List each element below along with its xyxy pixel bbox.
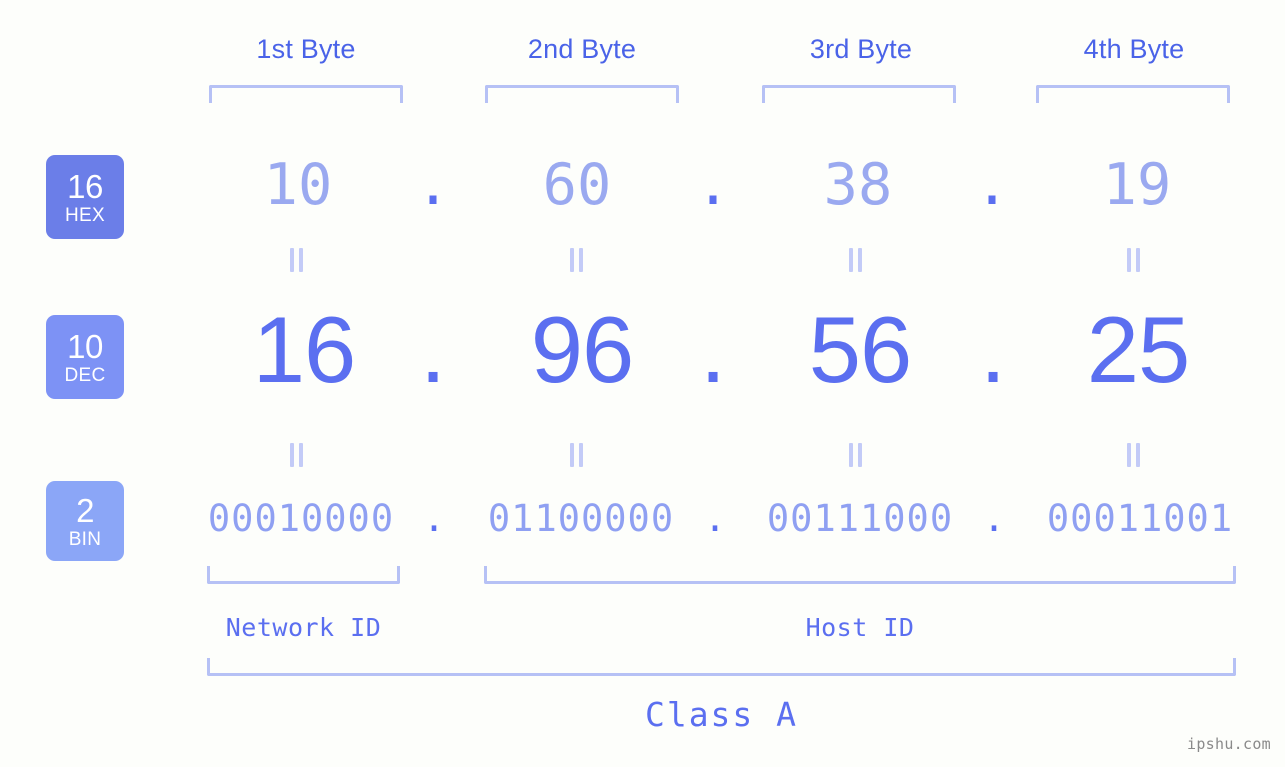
equals-bar xyxy=(858,248,862,272)
hex-separator-3: . xyxy=(974,152,1010,218)
dec-byte-value-3: 56 xyxy=(808,297,913,402)
byte-header-label-3: 3rd Byte xyxy=(809,34,913,64)
equals-bar xyxy=(579,443,583,467)
bin-separator-1: . xyxy=(422,497,446,540)
hex-byte-value-3: 38 xyxy=(823,152,893,218)
equals-bar xyxy=(570,248,574,272)
bin-byte-value-2: 01100000 xyxy=(487,497,675,540)
equals-mark-dec-bin-3 xyxy=(849,443,862,467)
hex-separator-1: . xyxy=(415,152,451,218)
byte-bracket-4 xyxy=(1036,85,1230,103)
hex-byte-value-1: 10 xyxy=(263,152,333,218)
base-badge-hex-number: 16 xyxy=(67,167,103,205)
ip-address-breakdown-diagram: 1st Byte 2nd Byte 3rd Byte 4th Byte 16 H… xyxy=(0,0,1285,767)
equals-bar xyxy=(290,248,294,272)
equals-bar xyxy=(570,443,574,467)
base-badge-hex: 16 HEX xyxy=(46,155,124,239)
dec-separator-1: . xyxy=(419,297,447,402)
equals-bar xyxy=(299,248,303,272)
dec-separator-2: . xyxy=(699,297,727,402)
base-badge-bin-number: 2 xyxy=(76,491,94,529)
equals-mark-hex-dec-1 xyxy=(290,248,303,272)
class-label: Class A xyxy=(644,695,799,734)
equals-bar xyxy=(849,248,853,272)
equals-bar xyxy=(858,443,862,467)
equals-bar xyxy=(1127,248,1131,272)
equals-bar xyxy=(290,443,294,467)
bin-byte-value-1: 00010000 xyxy=(207,497,395,540)
class-bracket xyxy=(207,658,1236,676)
dec-byte-value-4: 25 xyxy=(1086,297,1191,402)
dec-separator-3: . xyxy=(979,297,1007,402)
byte-bracket-3 xyxy=(762,85,956,103)
dec-byte-value-2: 96 xyxy=(530,297,635,402)
equals-bar xyxy=(849,443,853,467)
equals-mark-dec-bin-2 xyxy=(570,443,583,467)
equals-bar xyxy=(1127,443,1131,467)
equals-mark-dec-bin-1 xyxy=(290,443,303,467)
bin-separator-2: . xyxy=(703,497,727,540)
hex-separator-2: . xyxy=(695,152,731,218)
equals-mark-hex-dec-3 xyxy=(849,248,862,272)
bin-byte-value-4: 00011001 xyxy=(1046,497,1234,540)
byte-header-label-2: 2nd Byte xyxy=(527,34,637,64)
equals-bar xyxy=(299,443,303,467)
equals-bar xyxy=(1136,443,1140,467)
dec-byte-value-1: 16 xyxy=(252,297,357,402)
bin-byte-value-3: 00111000 xyxy=(766,497,954,540)
equals-mark-hex-dec-2 xyxy=(570,248,583,272)
network-id-label: Network ID xyxy=(225,613,382,642)
hex-byte-value-2: 60 xyxy=(542,152,612,218)
base-badge-dec: 10 DEC xyxy=(46,315,124,399)
byte-bracket-2 xyxy=(485,85,679,103)
hex-byte-value-4: 19 xyxy=(1102,152,1172,218)
byte-bracket-1 xyxy=(209,85,403,103)
equals-mark-hex-dec-4 xyxy=(1127,248,1140,272)
base-badge-hex-name: HEX xyxy=(65,204,105,226)
base-badge-dec-number: 10 xyxy=(67,327,103,365)
equals-mark-dec-bin-4 xyxy=(1127,443,1140,467)
equals-bar xyxy=(1136,248,1140,272)
network-id-bracket xyxy=(207,566,400,584)
bin-separator-3: . xyxy=(982,497,1006,540)
base-badge-bin: 2 BIN xyxy=(46,481,124,561)
equals-bar xyxy=(579,248,583,272)
base-badge-bin-name: BIN xyxy=(68,528,102,550)
host-id-label: Host ID xyxy=(805,613,915,642)
base-badge-dec-name: DEC xyxy=(64,364,106,386)
site-watermark: ipshu.com xyxy=(1187,735,1271,753)
byte-header-label-4: 4th Byte xyxy=(1083,34,1185,64)
byte-header-label-1: 1st Byte xyxy=(256,34,356,64)
host-id-bracket xyxy=(484,566,1236,584)
